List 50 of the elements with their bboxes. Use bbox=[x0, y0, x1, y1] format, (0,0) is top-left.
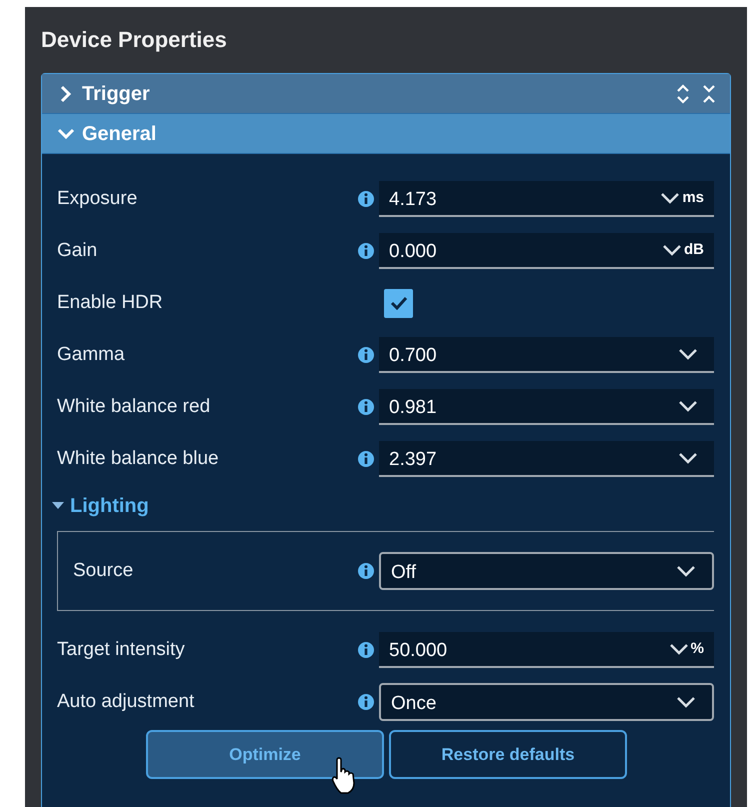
info-icon[interactable] bbox=[357, 398, 375, 416]
expand-all-icon[interactable] bbox=[676, 82, 690, 104]
chevron-down-icon bbox=[57, 128, 75, 140]
property-label: Exposure bbox=[57, 186, 138, 211]
property-label: Auto adjustment bbox=[57, 690, 196, 714]
property-label: Source bbox=[73, 558, 134, 583]
collapse-all-icon[interactable] bbox=[702, 82, 716, 104]
info-icon[interactable] bbox=[357, 450, 375, 468]
number-field[interactable]: 0.700 bbox=[379, 337, 714, 373]
property-label: White balance blue bbox=[57, 446, 220, 471]
chevron-right-icon bbox=[60, 84, 72, 102]
number-field[interactable]: 0.000 dB bbox=[379, 233, 714, 269]
chevron-down-icon bbox=[660, 192, 680, 204]
info-icon[interactable] bbox=[357, 242, 375, 260]
property-label: Gamma bbox=[57, 342, 126, 367]
dropdown[interactable]: Once bbox=[379, 683, 714, 721]
number-field[interactable]: 4.173 ms bbox=[379, 181, 714, 217]
unit-label: % bbox=[690, 638, 704, 659]
info-icon[interactable] bbox=[357, 641, 375, 659]
property-label: Gain bbox=[57, 238, 98, 263]
number-field[interactable]: 50.000 % bbox=[379, 632, 714, 668]
property-label: Enable HDR bbox=[57, 290, 164, 315]
panel-title: Device Properties bbox=[41, 26, 228, 54]
section-title: Trigger bbox=[82, 82, 150, 106]
chevron-down-icon bbox=[678, 400, 698, 412]
property-label: White balance red bbox=[57, 394, 212, 419]
info-icon[interactable] bbox=[357, 562, 375, 580]
section-title: General bbox=[82, 122, 156, 146]
chevron-down-icon bbox=[676, 696, 696, 708]
chevron-down-icon bbox=[662, 244, 682, 256]
property-label: Target intensity bbox=[57, 638, 186, 662]
hand-cursor-icon bbox=[330, 757, 356, 795]
checkbox[interactable] bbox=[384, 288, 413, 318]
chevron-down-icon bbox=[676, 565, 696, 577]
info-icon[interactable] bbox=[357, 190, 375, 208]
number-field[interactable]: 0.981 bbox=[379, 389, 714, 425]
checkmark-icon bbox=[390, 296, 408, 310]
chevron-down-icon bbox=[678, 452, 698, 464]
chevron-down-icon bbox=[678, 348, 698, 360]
section-header[interactable]: Trigger bbox=[42, 74, 730, 114]
unit-label: ms bbox=[682, 188, 704, 208]
chevron-down-icon bbox=[668, 643, 689, 655]
info-icon[interactable] bbox=[357, 693, 375, 711]
number-field[interactable]: 2.397 bbox=[379, 441, 714, 477]
info-icon[interactable] bbox=[357, 346, 375, 364]
dropdown[interactable]: Off bbox=[379, 552, 714, 590]
group-header[interactable]: Lighting bbox=[52, 491, 714, 521]
unit-label: dB bbox=[684, 240, 704, 260]
action-button[interactable]: Restore defaults bbox=[389, 730, 627, 779]
triangle-down-icon bbox=[52, 502, 64, 510]
